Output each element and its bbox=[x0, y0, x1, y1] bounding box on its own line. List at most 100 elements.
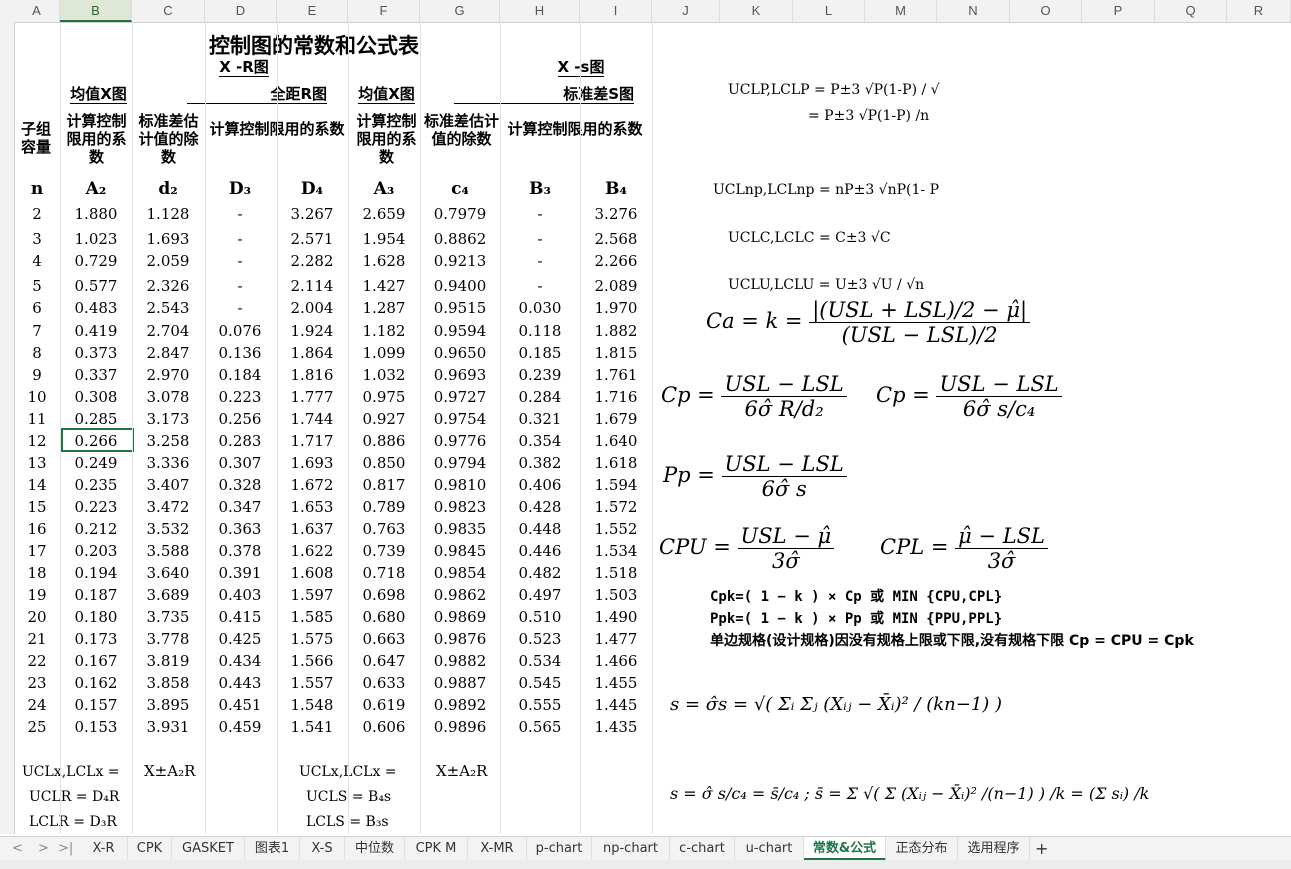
table-cell[interactable]: 1.880 bbox=[60, 203, 132, 225]
table-cell[interactable]: 1.503 bbox=[580, 584, 652, 606]
table-cell[interactable]: 0.9892 bbox=[420, 694, 500, 716]
table-cell[interactable]: 0.9882 bbox=[420, 650, 500, 672]
table-cell[interactable]: 23 bbox=[14, 672, 60, 694]
table-cell[interactable]: 3.858 bbox=[132, 672, 204, 694]
table-cell[interactable]: 0.8862 bbox=[420, 228, 500, 250]
table-cell[interactable]: 1.761 bbox=[580, 364, 652, 386]
table-cell[interactable]: 3.778 bbox=[132, 628, 204, 650]
table-cell[interactable]: 0.434 bbox=[204, 650, 276, 672]
table-cell[interactable]: 3.689 bbox=[132, 584, 204, 606]
table-cell[interactable]: 0.817 bbox=[348, 474, 420, 496]
table-cell[interactable]: 1.815 bbox=[580, 342, 652, 364]
table-cell[interactable]: 3.267 bbox=[276, 203, 348, 225]
table-cell[interactable]: 7 bbox=[14, 320, 60, 342]
table-cell[interactable]: 2.704 bbox=[132, 320, 204, 342]
table-cell[interactable]: 0.256 bbox=[204, 408, 276, 430]
table-cell[interactable]: 0.162 bbox=[60, 672, 132, 694]
table-cell[interactable]: 0.415 bbox=[204, 606, 276, 628]
column-header-e[interactable]: E bbox=[277, 0, 348, 22]
table-cell[interactable]: 1.882 bbox=[580, 320, 652, 342]
table-cell[interactable]: 0.212 bbox=[60, 518, 132, 540]
column-header-h[interactable]: H bbox=[500, 0, 580, 22]
table-cell[interactable]: 4 bbox=[14, 250, 60, 272]
table-cell[interactable]: 3.532 bbox=[132, 518, 204, 540]
table-cell[interactable]: 3.588 bbox=[132, 540, 204, 562]
table-cell[interactable]: 22 bbox=[14, 650, 60, 672]
table-cell[interactable]: 1.023 bbox=[60, 228, 132, 250]
table-cell[interactable]: 0.9213 bbox=[420, 250, 500, 272]
table-cell[interactable]: 1.435 bbox=[580, 716, 652, 738]
table-cell[interactable]: 0.9693 bbox=[420, 364, 500, 386]
column-header-l[interactable]: L bbox=[793, 0, 865, 22]
column-header-d[interactable]: D bbox=[205, 0, 277, 22]
table-cell[interactable]: 2.659 bbox=[348, 203, 420, 225]
table-cell[interactable]: 1.575 bbox=[276, 628, 348, 650]
table-cell[interactable]: 3.895 bbox=[132, 694, 204, 716]
table-cell[interactable]: 0.850 bbox=[348, 452, 420, 474]
table-cell[interactable]: 0.680 bbox=[348, 606, 420, 628]
table-cell[interactable]: 0.927 bbox=[348, 408, 420, 430]
table-cell[interactable]: 0.510 bbox=[500, 606, 580, 628]
table-cell[interactable]: 1.640 bbox=[580, 430, 652, 452]
column-header-j[interactable]: J bbox=[652, 0, 720, 22]
table-cell[interactable]: 0.321 bbox=[500, 408, 580, 430]
table-cell[interactable]: 0.194 bbox=[60, 562, 132, 584]
table-cell[interactable]: 0.354 bbox=[500, 430, 580, 452]
table-cell[interactable]: 1.970 bbox=[580, 297, 652, 319]
table-cell[interactable]: 1.518 bbox=[580, 562, 652, 584]
table-cell[interactable]: 2.004 bbox=[276, 297, 348, 319]
table-cell[interactable]: 0.382 bbox=[500, 452, 580, 474]
table-cell[interactable]: - bbox=[500, 203, 580, 225]
table-cell[interactable]: 2.089 bbox=[580, 275, 652, 297]
sheet-tab[interactable]: 中位数 bbox=[345, 837, 405, 861]
table-cell[interactable]: 0.9754 bbox=[420, 408, 500, 430]
table-cell[interactable]: 1.716 bbox=[580, 386, 652, 408]
table-cell[interactable]: 2.847 bbox=[132, 342, 204, 364]
table-cell[interactable]: 1.557 bbox=[276, 672, 348, 694]
sheet-tab[interactable]: p-chart bbox=[527, 837, 592, 861]
table-cell[interactable]: 0.483 bbox=[60, 297, 132, 319]
table-cell[interactable]: 2.282 bbox=[276, 250, 348, 272]
table-cell[interactable]: 0.428 bbox=[500, 496, 580, 518]
sheet-nav-button[interactable]: < bbox=[12, 837, 23, 861]
table-cell[interactable]: 0.235 bbox=[60, 474, 132, 496]
table-cell[interactable]: 14 bbox=[14, 474, 60, 496]
table-cell[interactable]: 0.606 bbox=[348, 716, 420, 738]
table-cell[interactable]: 0.378 bbox=[204, 540, 276, 562]
table-cell[interactable]: 1.608 bbox=[276, 562, 348, 584]
table-cell[interactable]: 0.391 bbox=[204, 562, 276, 584]
table-cell[interactable]: 0.647 bbox=[348, 650, 420, 672]
sheet-tab[interactable]: 选用程序 bbox=[958, 837, 1030, 861]
table-cell[interactable]: 1.637 bbox=[276, 518, 348, 540]
table-cell[interactable]: 0.9862 bbox=[420, 584, 500, 606]
table-cell[interactable]: 0.633 bbox=[348, 672, 420, 694]
table-cell[interactable]: 0.223 bbox=[60, 496, 132, 518]
table-cell[interactable]: 2.114 bbox=[276, 275, 348, 297]
table-cell[interactable]: 1.099 bbox=[348, 342, 420, 364]
column-header-b[interactable]: B bbox=[60, 0, 132, 22]
table-cell[interactable]: 6 bbox=[14, 297, 60, 319]
table-cell[interactable]: 0.975 bbox=[348, 386, 420, 408]
table-cell[interactable]: 2.266 bbox=[580, 250, 652, 272]
column-header-p[interactable]: P bbox=[1082, 0, 1155, 22]
sheet-tab[interactable]: X-S bbox=[300, 837, 345, 861]
table-cell[interactable]: 8 bbox=[14, 342, 60, 364]
column-header-r[interactable]: R bbox=[1227, 0, 1291, 22]
table-cell[interactable]: 0.729 bbox=[60, 250, 132, 272]
table-cell[interactable]: 0.347 bbox=[204, 496, 276, 518]
table-cell[interactable]: 3.819 bbox=[132, 650, 204, 672]
table-cell[interactable]: 1.541 bbox=[276, 716, 348, 738]
table-cell[interactable]: 0.118 bbox=[500, 320, 580, 342]
table-cell[interactable]: 0.076 bbox=[204, 320, 276, 342]
sheet-nav-button[interactable]: >| bbox=[58, 837, 73, 861]
table-cell[interactable]: 1.445 bbox=[580, 694, 652, 716]
table-cell[interactable]: 0.184 bbox=[204, 364, 276, 386]
table-cell[interactable]: 2.326 bbox=[132, 275, 204, 297]
table-cell[interactable]: 1.548 bbox=[276, 694, 348, 716]
table-cell[interactable]: 1.477 bbox=[580, 628, 652, 650]
table-cell[interactable]: 0.373 bbox=[60, 342, 132, 364]
table-cell[interactable]: 1.679 bbox=[580, 408, 652, 430]
table-cell[interactable]: 0.328 bbox=[204, 474, 276, 496]
table-cell[interactable]: 1.672 bbox=[276, 474, 348, 496]
table-cell[interactable]: 0.285 bbox=[60, 408, 132, 430]
